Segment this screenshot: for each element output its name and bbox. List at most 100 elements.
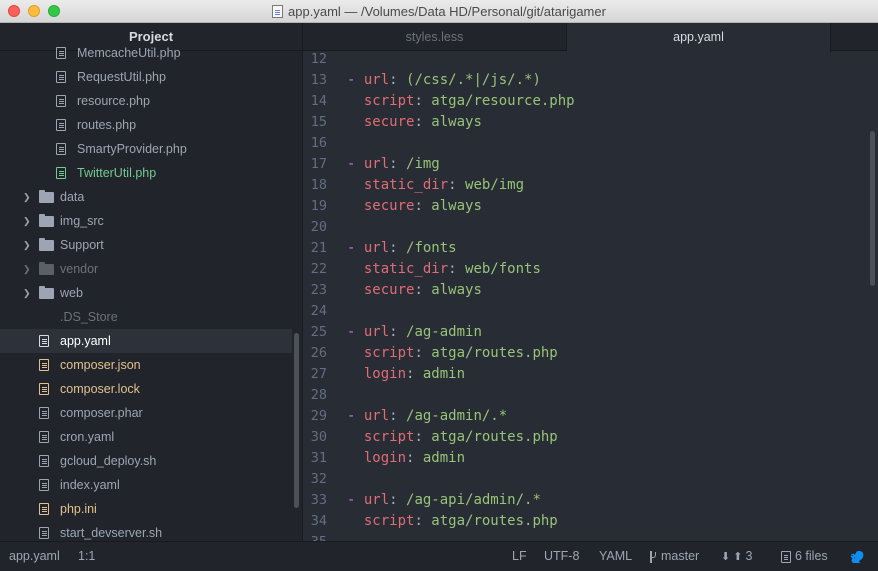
code-line[interactable]: 29 - url: /ag-admin/.* <box>303 406 878 427</box>
tree-file-composer-json[interactable]: composer.json <box>0 353 292 377</box>
line-number: 19 <box>310 198 327 214</box>
code-line[interactable]: 22 static_dir: web/fonts <box>303 259 878 280</box>
code-line[interactable]: 16 <box>303 133 878 154</box>
status-line-ending[interactable]: LF <box>512 542 527 571</box>
chevron-right-icon[interactable]: ❯ <box>23 209 33 233</box>
yaml-key: secure <box>363 114 415 130</box>
sidebar-scrollbar[interactable] <box>294 333 299 508</box>
status-files[interactable]: 6 files <box>781 542 828 571</box>
code-line[interactable]: 12 <box>303 49 878 70</box>
tree-file-composer-lock[interactable]: composer.lock <box>0 377 292 401</box>
tree-file-app-yaml[interactable]: app.yaml <box>0 329 292 353</box>
line-number: 14 <box>310 93 327 109</box>
yaml-value: web/fonts <box>465 261 541 277</box>
tree-item-label: app.yaml <box>60 334 111 348</box>
code-line[interactable]: 20 <box>303 217 878 238</box>
yaml-key: static_dir <box>363 177 449 193</box>
code-line[interactable]: 28 <box>303 385 878 406</box>
status-cursor-position[interactable]: 1:1 <box>78 542 95 571</box>
yaml-colon: : <box>389 492 407 508</box>
code-area[interactable]: 12 13- url: (/css/.*|/js/.*) 14 script: at… <box>303 49 878 541</box>
title-bar[interactable]: app.yaml — /Volumes/Data HD/Personal/git… <box>0 0 878 23</box>
yaml-value: /fonts <box>406 240 457 256</box>
tree-file-ds-store[interactable]: .DS_Store <box>0 305 292 329</box>
yaml-colon: : <box>406 366 423 382</box>
status-push[interactable]: ⬇ ⬆ 3 <box>721 542 752 571</box>
code-line[interactable]: 15 secure: always <box>303 112 878 133</box>
code-text: login: admin <box>347 448 465 469</box>
status-branch-label: master <box>661 549 700 563</box>
yaml-colon: : <box>414 282 432 298</box>
line-number: 26 <box>310 345 327 361</box>
tree-file-cron-yaml[interactable]: cron.yaml <box>0 425 292 449</box>
tree-item-label: .DS_Store <box>60 310 118 324</box>
status-file-name[interactable]: app.yaml <box>9 542 60 571</box>
code-line[interactable]: 33 - url: /ag-api/admin/.* <box>303 490 878 511</box>
tree-item-label: php.ini <box>60 502 97 516</box>
code-line[interactable]: 13 - url: (/css/.*|/js/.*) <box>303 70 878 91</box>
arrow-up-icon: ⬆ <box>733 551 743 563</box>
chevron-right-icon[interactable]: ❯ <box>23 185 33 209</box>
code-line[interactable]: 27 login: admin <box>303 364 878 385</box>
tree-file-requestutil-php[interactable]: RequestUtil.php <box>0 65 292 89</box>
code-line[interactable]: 32 <box>303 469 878 490</box>
code-line[interactable]: 30 script: atga/routes.php <box>303 427 878 448</box>
code-line[interactable]: 24 <box>303 301 878 322</box>
code-line[interactable]: 25 - url: /ag-admin <box>303 322 878 343</box>
tree-file-start-devserver-sh[interactable]: start_devserver.sh <box>0 521 292 541</box>
yaml-value: atga/routes.php <box>431 429 558 445</box>
code-line[interactable]: 31 login: admin <box>303 448 878 469</box>
tree-folder-data[interactable]: ❯ data <box>0 185 292 209</box>
chevron-right-icon[interactable]: ❯ <box>23 257 33 281</box>
tree-item-label: composer.json <box>60 358 141 372</box>
tree-file-php-ini[interactable]: php.ini <box>0 497 292 521</box>
chevron-right-icon[interactable]: ❯ <box>23 233 33 257</box>
tree-item-label: SmartyProvider.php <box>77 142 187 156</box>
tree-folder-img-src[interactable]: ❯ img_src <box>0 209 292 233</box>
tree-file-routes-php[interactable]: routes.php <box>0 113 292 137</box>
tree-file-composer-phar[interactable]: composer.phar <box>0 401 292 425</box>
tree-file-index-yaml[interactable]: index.yaml <box>0 473 292 497</box>
tree-file-resource-php[interactable]: resource.php <box>0 89 292 113</box>
tree-file-smartyprovider-php[interactable]: SmartyProvider.php <box>0 137 292 161</box>
tree-folder-web[interactable]: ❯ web <box>0 281 292 305</box>
tree-folder-support[interactable]: ❯ Support <box>0 233 292 257</box>
code-text: static_dir: web/img <box>347 175 524 196</box>
tree-item-label: RequestUtil.php <box>77 70 166 84</box>
code-line[interactable]: 21 - url: /fonts <box>303 238 878 259</box>
code-line[interactable]: 26 script: atga/routes.php <box>303 343 878 364</box>
tree-item-label: resource.php <box>77 94 150 108</box>
code-line[interactable]: 23 secure: always <box>303 280 878 301</box>
status-grammar[interactable]: YAML <box>599 542 632 571</box>
yaml-list-dash: - <box>347 324 364 340</box>
yaml-key: secure <box>363 198 415 214</box>
file-icon <box>39 479 49 491</box>
code-line[interactable]: 18 static_dir: web/img <box>303 175 878 196</box>
tab-app-yaml[interactable]: app.yaml <box>567 23 831 52</box>
tree-file-twitterutil-php[interactable]: TwitterUtil.php <box>0 161 292 185</box>
code-line[interactable]: 14 script: atga/resource.php <box>303 91 878 112</box>
line-number: 16 <box>310 135 327 151</box>
status-squirrel[interactable] <box>849 542 865 571</box>
status-branch[interactable]: master <box>649 542 699 571</box>
editor-scrollbar[interactable] <box>870 131 875 286</box>
code-line[interactable]: 35 <box>303 532 878 541</box>
tree-file-memcacheutil-php[interactable]: MemcacheUtil.php <box>0 41 292 65</box>
code-line[interactable]: 34 script: atga/routes.php <box>303 511 878 532</box>
tree-folder-vendor[interactable]: ❯ vendor <box>0 257 292 281</box>
code-line[interactable]: 19 secure: always <box>303 196 878 217</box>
tree-item-label: img_src <box>60 214 104 228</box>
file-icon <box>39 503 49 515</box>
atom-window: app.yaml — /Volumes/Data HD/Personal/git… <box>0 0 878 571</box>
file-tree: MemcacheUtil.php RequestUtil.php resource.… <box>0 41 292 541</box>
line-number: 12 <box>310 51 327 67</box>
project-tree-panel: Project MemcacheUtil.php RequestUtil.php r… <box>0 23 302 541</box>
chevron-right-icon[interactable]: ❯ <box>23 281 33 305</box>
code-line[interactable]: 17 - url: /img <box>303 154 878 175</box>
folder-icon <box>39 286 54 299</box>
file-icon <box>56 167 66 179</box>
status-encoding[interactable]: UTF-8 <box>544 542 579 571</box>
yaml-colon: : <box>414 345 432 361</box>
tree-file-gcloud-deploy-sh[interactable]: gcloud_deploy.sh <box>0 449 292 473</box>
tab-styles-less[interactable]: styles.less <box>303 23 567 51</box>
